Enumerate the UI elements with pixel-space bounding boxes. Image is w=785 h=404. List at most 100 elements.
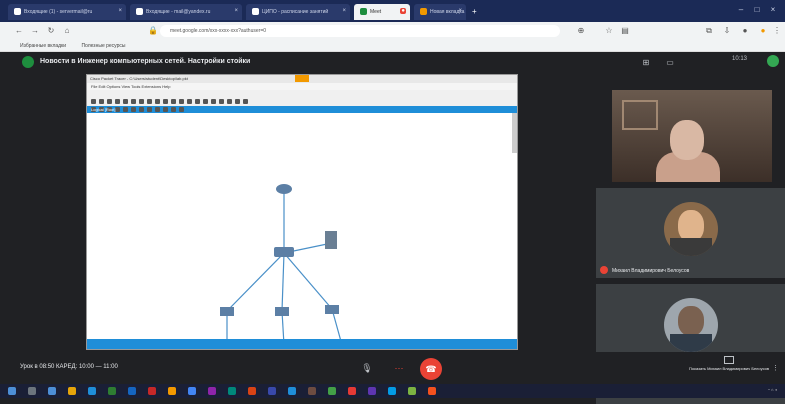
shared-screen: Cisco Packet Tracer - C:\Users\student\D… xyxy=(86,74,518,351)
toolbar-icon xyxy=(123,107,128,112)
window-close-icon[interactable]: × xyxy=(768,5,778,15)
page-icon xyxy=(420,8,427,15)
switch-icon[interactable] xyxy=(274,247,294,257)
app-icon[interactable] xyxy=(368,387,376,395)
microphone-icon[interactable]: 🎙 xyxy=(360,361,374,375)
toolbar-icon xyxy=(187,99,192,104)
browser-toolbar: ← → ↻ ⌂ 🔒 meet.google.com/xxx-xxxx-xxx?a… xyxy=(0,22,785,40)
pt-status-bar xyxy=(87,339,517,349)
app-icon[interactable] xyxy=(208,387,216,395)
more-options-icon[interactable]: ⋯ xyxy=(392,361,406,375)
app-icon[interactable] xyxy=(248,387,256,395)
browser-tab-active[interactable]: Meet ● xyxy=(354,4,410,20)
chat-icon[interactable]: ▭ xyxy=(665,58,675,68)
word-icon[interactable] xyxy=(128,387,136,395)
layout-icon[interactable]: ⊞ xyxy=(641,58,651,68)
app-icon[interactable] xyxy=(148,387,156,395)
zoom-icon[interactable]: ⊕ xyxy=(576,26,586,36)
mic-off-icon xyxy=(600,266,608,274)
system-tray[interactable]: ◔ ⌂ ◑ xyxy=(768,387,777,392)
bookmarks-bar: Избранные вкладки Полезные ресурсы xyxy=(0,40,785,52)
app-icon[interactable] xyxy=(268,387,276,395)
pt-menu-bar: File Edit Options View Tools Extensions … xyxy=(87,83,517,90)
presenting-indicator[interactable]: Показать Михаил Владимирович Белоусов xyxy=(684,356,774,371)
wall-picture xyxy=(622,100,658,130)
app-icon[interactable] xyxy=(348,387,356,395)
tab-label: Входящие (1) - servermail@ru xyxy=(24,8,93,15)
app-icon[interactable] xyxy=(388,387,396,395)
avatar-face xyxy=(678,306,704,336)
presentation-indicator xyxy=(295,75,309,82)
downloads-icon[interactable]: ⇩ xyxy=(722,26,732,36)
app-icon[interactable] xyxy=(408,387,416,395)
browser-tab[interactable]: Новая вкладка × xyxy=(414,4,466,20)
server-icon[interactable] xyxy=(325,231,337,249)
excel-icon[interactable] xyxy=(108,387,116,395)
scrollbar[interactable] xyxy=(512,113,517,153)
bottom-more-icon[interactable]: ⋮ xyxy=(772,364,779,372)
toolbar-icon xyxy=(219,99,224,104)
bookmark-item[interactable]: Избранные вкладки xyxy=(20,43,66,49)
home-icon[interactable]: ⌂ xyxy=(62,26,72,36)
user-avatar[interactable] xyxy=(767,55,779,67)
minimize-icon[interactable]: – xyxy=(736,5,746,15)
recording-icon: ● xyxy=(400,8,406,14)
meeting-details[interactable]: Урок в 08:50 КАРЕД: 10:00 — 11:00 xyxy=(20,364,118,370)
address-bar[interactable]: meet.google.com/xxx-xxxx-xxx?authuser=0 xyxy=(160,25,560,37)
switch-icon[interactable] xyxy=(275,307,289,316)
toolbar-icon xyxy=(139,107,144,112)
close-icon[interactable]: × xyxy=(118,8,122,14)
browser-tab[interactable]: ЦИПО - расписание занятий × xyxy=(246,4,350,20)
forward-icon[interactable]: → xyxy=(30,26,40,36)
reload-icon[interactable]: ↻ xyxy=(46,26,56,36)
app-icon[interactable] xyxy=(168,387,176,395)
taskview-icon[interactable] xyxy=(48,387,56,395)
link-line xyxy=(281,252,285,312)
extensions-icon[interactable]: ⧉ xyxy=(704,26,714,36)
bookmark-star-icon[interactable]: ☆ xyxy=(604,26,614,36)
link-line xyxy=(226,252,285,312)
toolbar-icon xyxy=(147,107,152,112)
browser-tab[interactable]: Входящие (1) - servermail@ru × xyxy=(8,4,126,20)
close-icon[interactable]: × xyxy=(458,8,462,14)
participant-tile[interactable]: Михаил Владимирович Белоусов xyxy=(596,188,785,278)
app-icon[interactable] xyxy=(308,387,316,395)
pt-toolbar xyxy=(87,90,517,104)
start-icon[interactable] xyxy=(8,387,16,395)
packet-tracer-icon[interactable] xyxy=(288,387,296,395)
os-taskbar: ◔ ⌂ ◑ xyxy=(0,384,785,398)
back-icon[interactable]: ← xyxy=(14,26,24,36)
reader-icon[interactable]: ▤ xyxy=(620,26,630,36)
app-icon[interactable] xyxy=(428,387,436,395)
meet-main: Новости в Инженер компьютерных сетей. На… xyxy=(0,52,785,404)
notification-icon[interactable]: ● xyxy=(758,26,768,36)
browser-tab[interactable]: Входящие - mail@yandex.ru × xyxy=(130,4,242,20)
participant-video-tile[interactable] xyxy=(612,90,772,182)
toolbar-icon xyxy=(243,99,248,104)
menu-icon[interactable]: ⋮ xyxy=(772,26,782,36)
avatar-suit xyxy=(670,334,712,352)
switch-icon[interactable] xyxy=(325,305,339,314)
person-head xyxy=(670,120,704,160)
bookmark-item[interactable]: Полезные ресурсы xyxy=(81,43,125,49)
app-icon[interactable] xyxy=(328,387,336,395)
edge-icon[interactable] xyxy=(88,387,96,395)
toolbar-icon xyxy=(115,107,120,112)
participant-name: Михаил Владимирович Белоусов xyxy=(612,268,690,274)
chrome-icon[interactable] xyxy=(188,387,196,395)
close-icon[interactable]: × xyxy=(234,8,238,14)
switch-icon[interactable] xyxy=(220,307,234,316)
new-tab-button[interactable]: + xyxy=(470,4,482,20)
router-icon[interactable] xyxy=(276,184,292,194)
toolbar-icon xyxy=(235,99,240,104)
avatar xyxy=(664,202,718,256)
explorer-icon[interactable] xyxy=(68,387,76,395)
app-icon[interactable] xyxy=(228,387,236,395)
profile-icon[interactable]: ● xyxy=(740,26,750,36)
hang-up-button[interactable]: ☎ xyxy=(420,358,442,380)
maximize-icon[interactable]: □ xyxy=(752,5,762,15)
search-icon[interactable] xyxy=(28,387,36,395)
close-icon[interactable]: × xyxy=(342,8,346,14)
page-icon xyxy=(252,8,259,15)
meet-controls-bar: Урок в 08:50 КАРЕД: 10:00 — 11:00 🎙 ⋯ ☎ … xyxy=(0,352,785,384)
